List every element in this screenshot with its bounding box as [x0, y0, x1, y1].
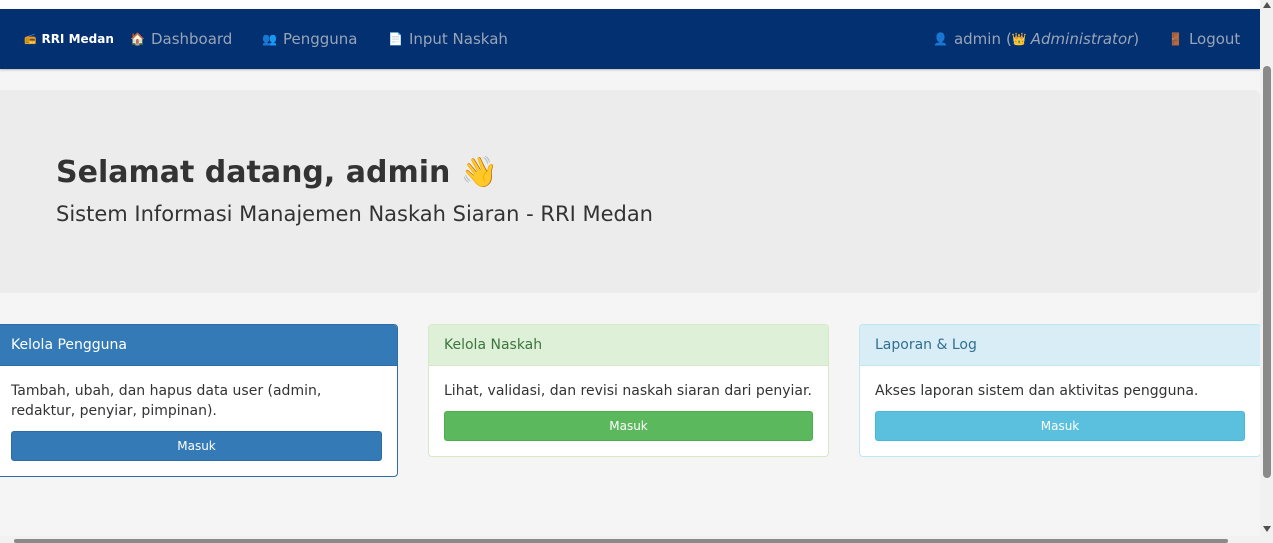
nav-pengguna-label: Pengguna	[282, 30, 358, 48]
card-kelola-pengguna: Kelola Pengguna Tambah, ubah, dan hapus …	[0, 324, 398, 477]
users-icon: 👥	[262, 32, 277, 46]
nav-user[interactable]: 👤 admin ( 👑 Administrator )	[933, 9, 1139, 69]
user-name: admin	[953, 30, 1001, 48]
navbar: 📻 RRI Medan 🏠 Dashboard 👥 Pengguna 📄 Inp…	[0, 9, 1260, 69]
nav-input-naskah[interactable]: 📄 Input Naskah	[388, 9, 508, 69]
user-role: Administrator	[1030, 30, 1134, 48]
brand-label: RRI Medan	[41, 32, 114, 46]
card-title: Kelola Pengguna	[0, 325, 397, 366]
masuk-naskah-button[interactable]: Masuk	[444, 411, 813, 441]
role-close-paren: )	[1133, 30, 1140, 48]
crown-icon: 👑	[1011, 32, 1027, 46]
card-description: Lihat, validasi, dan revisi naskah siara…	[444, 383, 812, 399]
document-icon: 📄	[388, 32, 403, 46]
waving-hand-icon: 👋	[460, 155, 499, 190]
nav-pengguna[interactable]: 👥 Pengguna	[262, 9, 357, 69]
masuk-laporan-button[interactable]: Masuk	[875, 411, 1245, 441]
scroll-up-arrow-icon[interactable]	[1263, 2, 1271, 8]
horizontal-scrollbar[interactable]	[0, 536, 1260, 543]
door-icon: 🚪	[1168, 32, 1183, 46]
vertical-scroll-thumb[interactable]	[1263, 66, 1271, 478]
masuk-pengguna-button[interactable]: Masuk	[11, 431, 382, 461]
card-title: Kelola Naskah	[429, 325, 828, 366]
card-title: Laporan & Log	[860, 325, 1260, 366]
card-kelola-naskah: Kelola Naskah Lihat, validasi, dan revis…	[428, 324, 829, 457]
logout-label: Logout	[1188, 30, 1241, 48]
nav-dashboard[interactable]: 🏠 Dashboard	[130, 9, 232, 69]
vertical-scrollbar[interactable]	[1260, 0, 1273, 543]
nav-input-naskah-label: Input Naskah	[408, 30, 508, 48]
top-strip	[0, 0, 1260, 9]
welcome-subtitle: Sistem Informasi Manajemen Naskah Siaran…	[56, 202, 653, 226]
user-icon: 👤	[933, 32, 948, 46]
scroll-down-arrow-icon[interactable]	[1263, 526, 1271, 532]
welcome-title: Selamat datang, admin 👋	[56, 155, 498, 190]
nav-dashboard-label: Dashboard	[150, 30, 233, 48]
card-description: Akses laporan sistem dan aktivitas pengg…	[875, 383, 1199, 399]
brand-link[interactable]: 📻 RRI Medan	[24, 9, 114, 69]
welcome-jumbotron: Selamat datang, admin 👋 Sistem Informasi…	[0, 90, 1260, 293]
radio-icon: 📻	[24, 33, 37, 45]
card-description: Tambah, ubah, dan hapus data user (admin…	[11, 383, 322, 419]
welcome-text: Selamat datang, admin	[56, 155, 451, 190]
home-icon: 🏠	[130, 32, 145, 46]
nav-logout[interactable]: 🚪 Logout	[1168, 9, 1240, 69]
card-laporan-log: Laporan & Log Akses laporan sistem dan a…	[859, 324, 1261, 457]
horizontal-scroll-thumb[interactable]	[14, 539, 1228, 543]
